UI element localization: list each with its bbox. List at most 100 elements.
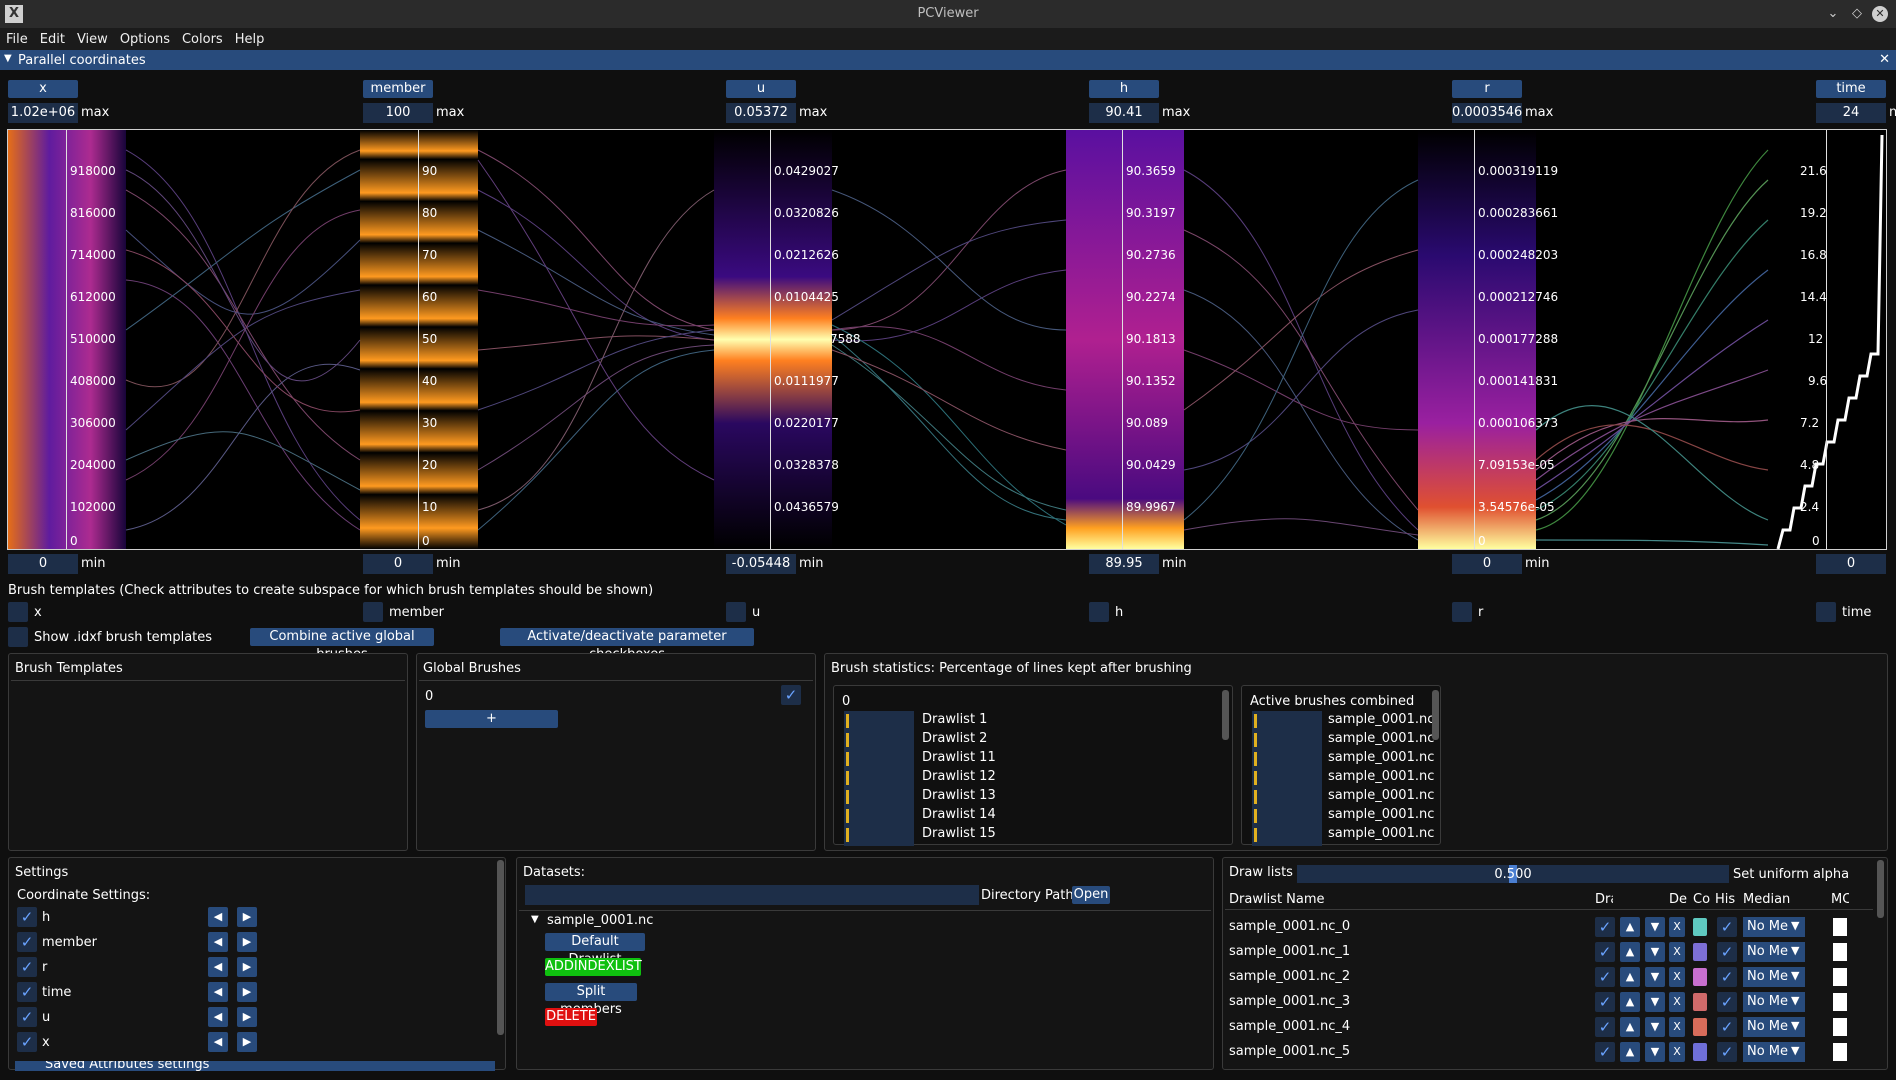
color-swatch[interactable] xyxy=(1693,943,1707,961)
drawlist-row[interactable]: sample_0001.nc_4 ▲▼X No Me▼ xyxy=(1223,1016,1873,1038)
col-draw[interactable]: Dra xyxy=(1595,892,1613,907)
move-down-icon[interactable]: ▼ xyxy=(1645,1042,1665,1062)
scrollbar-thumb[interactable] xyxy=(1222,690,1229,740)
axis-r-max-field[interactable]: 0.0003546 xyxy=(1452,103,1522,123)
move-down-icon[interactable]: ▼ xyxy=(1645,942,1665,962)
move-right-icon[interactable]: ▶ xyxy=(237,1007,257,1027)
color-swatch[interactable] xyxy=(1693,1043,1707,1061)
menu-view[interactable]: View xyxy=(71,28,114,47)
drawlist-row[interactable]: sample_0001.nc_3▲▼XNo Me▼ xyxy=(1223,991,1873,1013)
col-histogram[interactable]: His xyxy=(1715,892,1735,907)
saved-attributes-header[interactable]: Saved Attributes settings xyxy=(15,1061,495,1071)
col-delete[interactable]: De xyxy=(1669,892,1687,907)
move-right-icon[interactable]: ▶ xyxy=(237,932,257,952)
move-down-icon[interactable]: ▼ xyxy=(1645,967,1665,987)
col-drawlist-name[interactable]: Drawlist Name xyxy=(1229,892,1325,907)
move-up-icon[interactable]: ▲ xyxy=(1620,1042,1640,1062)
delete-drawlist-button[interactable]: X xyxy=(1669,1042,1685,1062)
default-drawlist-button[interactable]: Default Drawlist xyxy=(545,933,645,967)
mc-swatch[interactable] xyxy=(1833,1043,1847,1061)
move-right-icon[interactable]: ▶ xyxy=(237,982,257,1002)
drawlist-row[interactable]: sample_0001.nc_2▲▼XNo Me▼ xyxy=(1223,966,1873,988)
scrollbar-thumb[interactable] xyxy=(1877,860,1884,918)
mc-swatch[interactable] xyxy=(1833,943,1847,961)
col-median[interactable]: Median xyxy=(1743,892,1790,907)
median-dropdown[interactable]: No Me ▼ xyxy=(1743,942,1805,962)
axis-x-max-field[interactable]: 1.02e+06 xyxy=(8,103,78,123)
move-left-icon[interactable]: ◀ xyxy=(208,957,228,977)
coord-x-checkbox[interactable] xyxy=(17,1032,37,1052)
draw-checkbox[interactable] xyxy=(1595,942,1615,962)
uniform-alpha-slider[interactable]: 0.500 xyxy=(1297,865,1729,883)
move-up-icon[interactable]: ▲ xyxy=(1620,917,1640,937)
drawlist-row[interactable]: sample_0001.nc_0▲▼XNo Me▼ xyxy=(1223,916,1873,938)
color-swatch[interactable] xyxy=(1693,918,1707,936)
color-swatch[interactable] xyxy=(1693,993,1707,1011)
drawlist-name[interactable]: sample_0001.nc_4 xyxy=(1229,1019,1350,1034)
axis-x-button[interactable]: x xyxy=(8,80,78,98)
mc-swatch[interactable] xyxy=(1833,968,1847,986)
median-dropdown[interactable]: No Me ▼ xyxy=(1743,917,1805,937)
coord-h-checkbox[interactable] xyxy=(17,907,37,927)
color-swatch[interactable] xyxy=(1693,968,1707,986)
axis-member-min-field[interactable]: 0 xyxy=(363,554,433,574)
tree-expand-icon[interactable]: ▼ xyxy=(531,914,539,925)
col-mc[interactable]: MC xyxy=(1831,892,1849,907)
median-dropdown[interactable]: No Me ▼ xyxy=(1743,1017,1805,1037)
median-dropdown[interactable]: No Me ▼ xyxy=(1743,992,1805,1012)
move-down-icon[interactable]: ▼ xyxy=(1645,917,1665,937)
axis-h-min-field[interactable]: 89.95 xyxy=(1089,554,1159,574)
draw-checkbox[interactable] xyxy=(1595,967,1615,987)
brush-attr-member-checkbox[interactable] xyxy=(363,602,383,622)
axis-u-button[interactable]: u xyxy=(726,80,796,98)
mc-swatch[interactable] xyxy=(1833,918,1847,936)
drawlist-name[interactable]: sample_0001.nc_2 xyxy=(1229,969,1350,984)
maximize-icon[interactable]: ◇ xyxy=(1848,5,1866,23)
dataset-name[interactable]: sample_0001.nc xyxy=(547,913,653,928)
axis-h-button[interactable]: h xyxy=(1089,80,1159,98)
histogram-checkbox[interactable] xyxy=(1717,1042,1737,1062)
draw-checkbox[interactable] xyxy=(1595,992,1615,1012)
scrollbar-thumb[interactable] xyxy=(497,860,504,1035)
drawlist-row[interactable]: sample_0001.nc_1▲▼XNo Me▼ xyxy=(1223,941,1873,963)
mc-swatch[interactable] xyxy=(1833,1018,1847,1036)
move-down-icon[interactable]: ▼ xyxy=(1645,1017,1665,1037)
global-brush-item[interactable]: 0 xyxy=(425,689,433,704)
move-right-icon[interactable]: ▶ xyxy=(237,957,257,977)
move-right-icon[interactable]: ▶ xyxy=(237,1032,257,1052)
mc-swatch[interactable] xyxy=(1833,993,1847,1011)
axis-member-button[interactable]: member xyxy=(363,80,433,98)
histogram-checkbox[interactable] xyxy=(1717,917,1737,937)
move-up-icon[interactable]: ▲ xyxy=(1620,992,1640,1012)
menu-colors[interactable]: Colors xyxy=(176,28,229,47)
global-brush-checkbox[interactable] xyxy=(781,685,801,705)
axis-h-max-field[interactable]: 90.41 xyxy=(1089,103,1159,123)
histogram-checkbox[interactable] xyxy=(1717,967,1737,987)
histogram-checkbox[interactable] xyxy=(1717,1017,1737,1037)
drawlist-name[interactable]: sample_0001.nc_5 xyxy=(1229,1044,1350,1059)
open-button[interactable]: Open xyxy=(1072,886,1110,904)
collapse-icon[interactable]: ▼ xyxy=(4,53,12,64)
combine-brushes-button[interactable]: Combine active global brushes xyxy=(250,628,434,662)
delete-drawlist-button[interactable]: X xyxy=(1669,942,1685,962)
draw-checkbox[interactable] xyxy=(1595,917,1615,937)
coord-r-checkbox[interactable] xyxy=(17,957,37,977)
coord-u-checkbox[interactable] xyxy=(17,1007,37,1027)
brush-attr-r-checkbox[interactable] xyxy=(1452,602,1472,622)
minimize-icon[interactable]: ⌄ xyxy=(1824,5,1842,23)
drawlist-name[interactable]: sample_0001.nc_1 xyxy=(1229,944,1350,959)
delete-button[interactable]: DELETE xyxy=(545,1008,597,1026)
parallel-coordinates-plot[interactable]: 918000 816000 714000 612000 510000 40800… xyxy=(7,129,1887,550)
axis-r-button[interactable]: r xyxy=(1452,80,1522,98)
axis-time-min-field[interactable]: 0 xyxy=(1816,554,1886,574)
brush-attr-u-checkbox[interactable] xyxy=(726,602,746,622)
brush-attr-h-checkbox[interactable] xyxy=(1089,602,1109,622)
axis-u-min-field[interactable]: -0.05448 xyxy=(726,554,796,574)
median-dropdown[interactable]: No Me ▼ xyxy=(1743,1042,1805,1062)
delete-drawlist-button[interactable]: X xyxy=(1669,1017,1685,1037)
move-up-icon[interactable]: ▲ xyxy=(1620,1017,1640,1037)
close-window-icon[interactable]: ✕ xyxy=(1872,6,1888,22)
col-color[interactable]: Co xyxy=(1693,892,1711,907)
draw-checkbox[interactable] xyxy=(1595,1042,1615,1062)
delete-drawlist-button[interactable]: X xyxy=(1669,967,1685,987)
